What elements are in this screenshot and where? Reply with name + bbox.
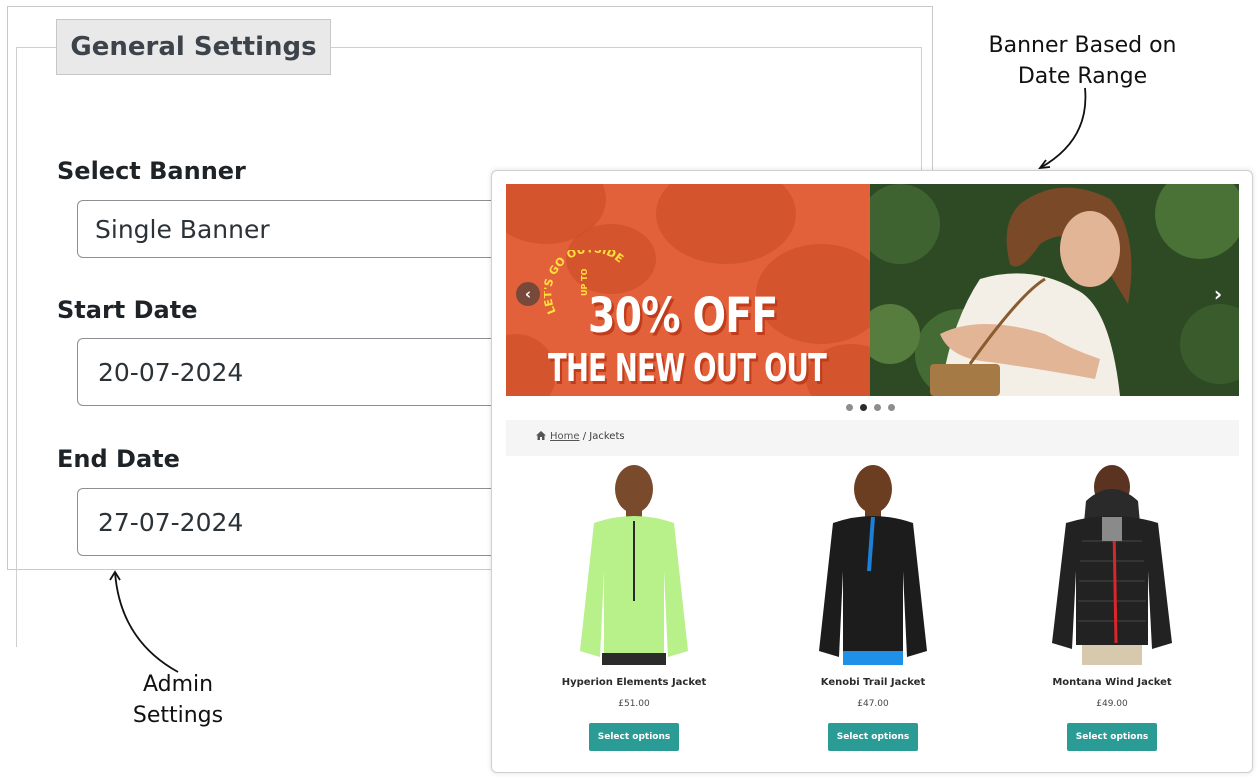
product-price: £51.00: [618, 699, 650, 709]
banner-next-button[interactable]: ›: [1206, 282, 1230, 306]
breadcrumb: Home / Jackets: [506, 420, 1239, 456]
product-name[interactable]: Hyperion Elements Jacket: [534, 677, 734, 688]
product-card: Montana Wind Jacket £49.00 Select option…: [1012, 461, 1212, 761]
carousel-dot-1[interactable]: [846, 404, 853, 411]
product-image[interactable]: [803, 461, 943, 665]
banner-prev-button[interactable]: ‹: [516, 282, 540, 306]
end-date-label: End Date: [57, 445, 180, 473]
breadcrumb-text: Home / Jackets: [536, 431, 625, 442]
admin-annotation-line1: Admin: [142, 672, 214, 697]
product-grid: Hyperion Elements Jacket £51.00 Select o…: [506, 461, 1239, 761]
promo-graphic: LET'S GO OUTSIDE UP TO 30% OFF THE NEW O…: [506, 184, 870, 396]
banner-photo: [870, 184, 1239, 396]
start-date-label: Start Date: [57, 296, 198, 324]
select-banner-label: Select Banner: [57, 157, 246, 185]
banner-annotation-line1: Banner Based on: [988, 33, 1177, 58]
product-name[interactable]: Montana Wind Jacket: [1012, 677, 1212, 688]
product-image[interactable]: [564, 461, 704, 665]
chevron-left-icon: ‹: [524, 285, 532, 303]
general-settings-legend: General Settings: [56, 19, 331, 75]
select-options-button[interactable]: Select options: [589, 723, 679, 751]
product-name[interactable]: Kenobi Trail Jacket: [773, 677, 973, 688]
select-options-button[interactable]: Select options: [1067, 723, 1157, 751]
banner-annotation-line2: Date Range: [1017, 64, 1148, 89]
product-price: £47.00: [857, 699, 889, 709]
breadcrumb-separator: /: [582, 431, 587, 442]
carousel-dot-2[interactable]: [860, 404, 867, 411]
chevron-right-icon: ›: [1213, 282, 1223, 306]
product-image[interactable]: [1042, 461, 1182, 665]
breadcrumb-current: Jackets: [589, 431, 625, 442]
store-preview: LET'S GO OUTSIDE UP TO 30% OFF THE NEW O…: [491, 170, 1253, 773]
promo-headline: 30% OFF: [588, 288, 778, 344]
home-icon: [536, 431, 546, 440]
select-options-button[interactable]: Select options: [828, 723, 918, 751]
carousel-dot-4[interactable]: [888, 404, 895, 411]
promo-subline: THE NEW OUT OUT: [548, 346, 827, 390]
admin-annotation: Admin Settings: [108, 669, 248, 731]
product-price: £49.00: [1096, 699, 1128, 709]
promo-banner-carousel[interactable]: LET'S GO OUTSIDE UP TO 30% OFF THE NEW O…: [506, 184, 1239, 396]
product-card: Kenobi Trail Jacket £47.00 Select option…: [773, 461, 973, 761]
carousel-dots: [846, 404, 895, 411]
product-card: Hyperion Elements Jacket £51.00 Select o…: [534, 461, 734, 761]
banner-annotation: Banner Based on Date Range: [970, 30, 1195, 92]
admin-annotation-line2: Settings: [132, 703, 224, 728]
breadcrumb-home-link[interactable]: Home: [550, 431, 580, 442]
carousel-dot-3[interactable]: [874, 404, 881, 411]
